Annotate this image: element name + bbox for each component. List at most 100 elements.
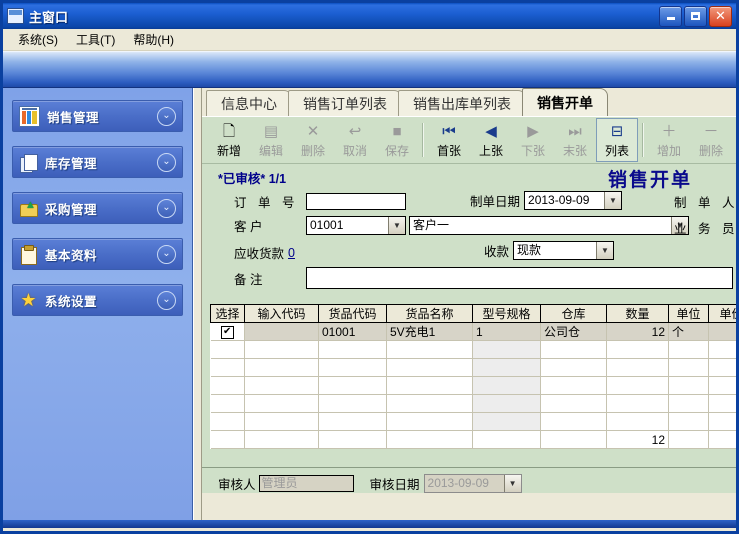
row-select-cell[interactable]: ✔ bbox=[210, 322, 245, 341]
grid-col-input-code[interactable]: 输入代码 bbox=[244, 304, 319, 323]
chevron-down-icon[interactable]: ▼ bbox=[604, 192, 622, 209]
chevron-down-icon[interactable]: ⌄ bbox=[157, 290, 176, 310]
sidebar-item-purchase[interactable]: 采购管理 ⌄ bbox=[12, 192, 183, 224]
empty-cell[interactable] bbox=[472, 394, 541, 413]
order-no-input[interactable] bbox=[306, 193, 406, 210]
empty-cell[interactable] bbox=[708, 394, 736, 413]
empty-cell[interactable] bbox=[244, 394, 319, 413]
chevron-down-icon[interactable]: ⌄ bbox=[157, 106, 176, 126]
empty-cell[interactable] bbox=[318, 412, 387, 431]
menu-tools[interactable]: 工具(T) bbox=[67, 29, 124, 50]
sidebar-item-basic-data[interactable]: 基本资料 ⌄ bbox=[12, 238, 183, 270]
empty-cell[interactable] bbox=[472, 376, 541, 395]
empty-cell[interactable] bbox=[708, 340, 736, 359]
empty-cell[interactable] bbox=[386, 412, 473, 431]
toolbar-cancel-button[interactable]: ↩ 取消 bbox=[334, 118, 376, 162]
empty-cell[interactable] bbox=[210, 340, 245, 359]
empty-cell[interactable] bbox=[318, 394, 387, 413]
empty-cell[interactable] bbox=[606, 376, 669, 395]
grid-col-spec[interactable]: 型号规格 bbox=[472, 304, 541, 323]
empty-cell[interactable] bbox=[668, 358, 709, 377]
toolbar-add-row-button[interactable]: ＋ 增加 bbox=[648, 118, 690, 162]
grid-col-goods-code[interactable]: 货品代码 bbox=[318, 304, 387, 323]
empty-cell[interactable] bbox=[540, 376, 607, 395]
toolbar-edit-button[interactable]: ▤ 编辑 bbox=[250, 118, 292, 162]
table-row[interactable]: ✔ 01001 5V充电1 1 公司仓 12 个 bbox=[210, 322, 736, 341]
table-row-empty[interactable] bbox=[210, 412, 736, 431]
toolbar-next-record-button[interactable]: ▶ 下张 bbox=[512, 118, 554, 162]
empty-cell[interactable] bbox=[244, 340, 319, 359]
chevron-down-icon[interactable]: ▼ bbox=[388, 217, 405, 234]
make-date-picker[interactable]: 2013-09-09 ▼ bbox=[524, 191, 623, 210]
customer-code-combo[interactable]: 01001 ▼ bbox=[306, 216, 406, 235]
menu-system[interactable]: 系统(S) bbox=[9, 29, 67, 50]
grid-col-warehouse[interactable]: 仓库 bbox=[540, 304, 607, 323]
table-row-empty[interactable] bbox=[210, 376, 736, 395]
table-row-empty[interactable] bbox=[210, 394, 736, 413]
empty-cell[interactable] bbox=[386, 376, 473, 395]
row-unit[interactable]: 个 bbox=[668, 322, 709, 341]
empty-cell[interactable] bbox=[668, 340, 709, 359]
empty-cell[interactable] bbox=[540, 412, 607, 431]
toolbar-import-button[interactable]: 📁 导入 bbox=[732, 118, 736, 162]
close-button[interactable]: ✕ bbox=[709, 5, 732, 27]
sidebar-item-sales[interactable]: 销售管理 ⌄ bbox=[12, 100, 183, 132]
tab-sales-order-list[interactable]: 销售订单列表 bbox=[288, 90, 402, 116]
empty-cell[interactable] bbox=[668, 376, 709, 395]
empty-cell[interactable] bbox=[606, 394, 669, 413]
empty-cell[interactable] bbox=[318, 376, 387, 395]
empty-cell[interactable] bbox=[210, 376, 245, 395]
toolbar-first-record-button[interactable]: ⏮ 首张 bbox=[428, 118, 470, 162]
toolbar-last-record-button[interactable]: ⏭ 末张 bbox=[554, 118, 596, 162]
empty-cell[interactable] bbox=[472, 340, 541, 359]
checkbox-checked-icon[interactable]: ✔ bbox=[220, 325, 234, 339]
empty-cell[interactable] bbox=[210, 394, 245, 413]
empty-cell[interactable] bbox=[540, 394, 607, 413]
toolbar-prev-record-button[interactable]: ◀ 上张 bbox=[470, 118, 512, 162]
row-warehouse[interactable]: 公司仓 bbox=[540, 322, 607, 341]
chevron-down-icon[interactable]: ⌄ bbox=[157, 198, 176, 218]
empty-cell[interactable] bbox=[386, 394, 473, 413]
row-qty[interactable]: 12 bbox=[606, 322, 669, 341]
menu-help[interactable]: 帮助(H) bbox=[124, 29, 183, 50]
empty-cell[interactable] bbox=[244, 358, 319, 377]
minimize-button[interactable] bbox=[659, 5, 682, 27]
chevron-down-icon[interactable]: ⌄ bbox=[157, 244, 176, 264]
empty-cell[interactable] bbox=[244, 412, 319, 431]
empty-cell[interactable] bbox=[708, 376, 736, 395]
row-spec[interactable]: 1 bbox=[472, 322, 541, 341]
empty-cell[interactable] bbox=[210, 412, 245, 431]
toolbar-list-button[interactable]: ⊟ 列表 bbox=[596, 118, 638, 162]
grid-col-qty[interactable]: 数量 bbox=[606, 304, 669, 323]
sidebar-splitter[interactable] bbox=[193, 88, 202, 520]
row-input-code[interactable] bbox=[244, 322, 319, 341]
empty-cell[interactable] bbox=[386, 340, 473, 359]
empty-cell[interactable] bbox=[606, 340, 669, 359]
row-price[interactable] bbox=[708, 322, 736, 341]
sidebar-item-stock[interactable]: 库存管理 ⌄ bbox=[12, 146, 183, 178]
empty-cell[interactable] bbox=[668, 412, 709, 431]
empty-cell[interactable] bbox=[472, 358, 541, 377]
remark-input[interactable] bbox=[306, 267, 733, 289]
tab-sales-outbound-list[interactable]: 销售出库单列表 bbox=[398, 90, 526, 116]
row-goods-code[interactable]: 01001 bbox=[318, 322, 387, 341]
sidebar-item-settings[interactable]: ★ 系统设置 ⌄ bbox=[12, 284, 183, 316]
empty-cell[interactable] bbox=[210, 358, 245, 377]
grid-col-unit[interactable]: 单位 bbox=[668, 304, 709, 323]
toolbar-delete-button[interactable]: ✕ 删除 bbox=[292, 118, 334, 162]
grid-col-select[interactable]: 选择 bbox=[210, 304, 245, 323]
empty-cell[interactable] bbox=[318, 358, 387, 377]
tab-sales-billing[interactable]: 销售开单 bbox=[522, 88, 608, 116]
chevron-down-icon[interactable]: ▼ bbox=[596, 242, 614, 259]
table-row-empty[interactable] bbox=[210, 340, 736, 359]
maximize-button[interactable] bbox=[684, 5, 707, 27]
customer-name-combo[interactable]: 客户一 ▼ bbox=[409, 216, 689, 235]
empty-cell[interactable] bbox=[244, 376, 319, 395]
empty-cell[interactable] bbox=[708, 412, 736, 431]
empty-cell[interactable] bbox=[472, 412, 541, 431]
payment-combo[interactable]: 现款 ▼ bbox=[513, 241, 615, 260]
empty-cell[interactable] bbox=[540, 340, 607, 359]
row-goods-name[interactable]: 5V充电1 bbox=[386, 322, 473, 341]
chevron-down-icon[interactable]: ⌄ bbox=[157, 152, 176, 172]
tab-info-center[interactable]: 信息中心 bbox=[206, 90, 292, 116]
